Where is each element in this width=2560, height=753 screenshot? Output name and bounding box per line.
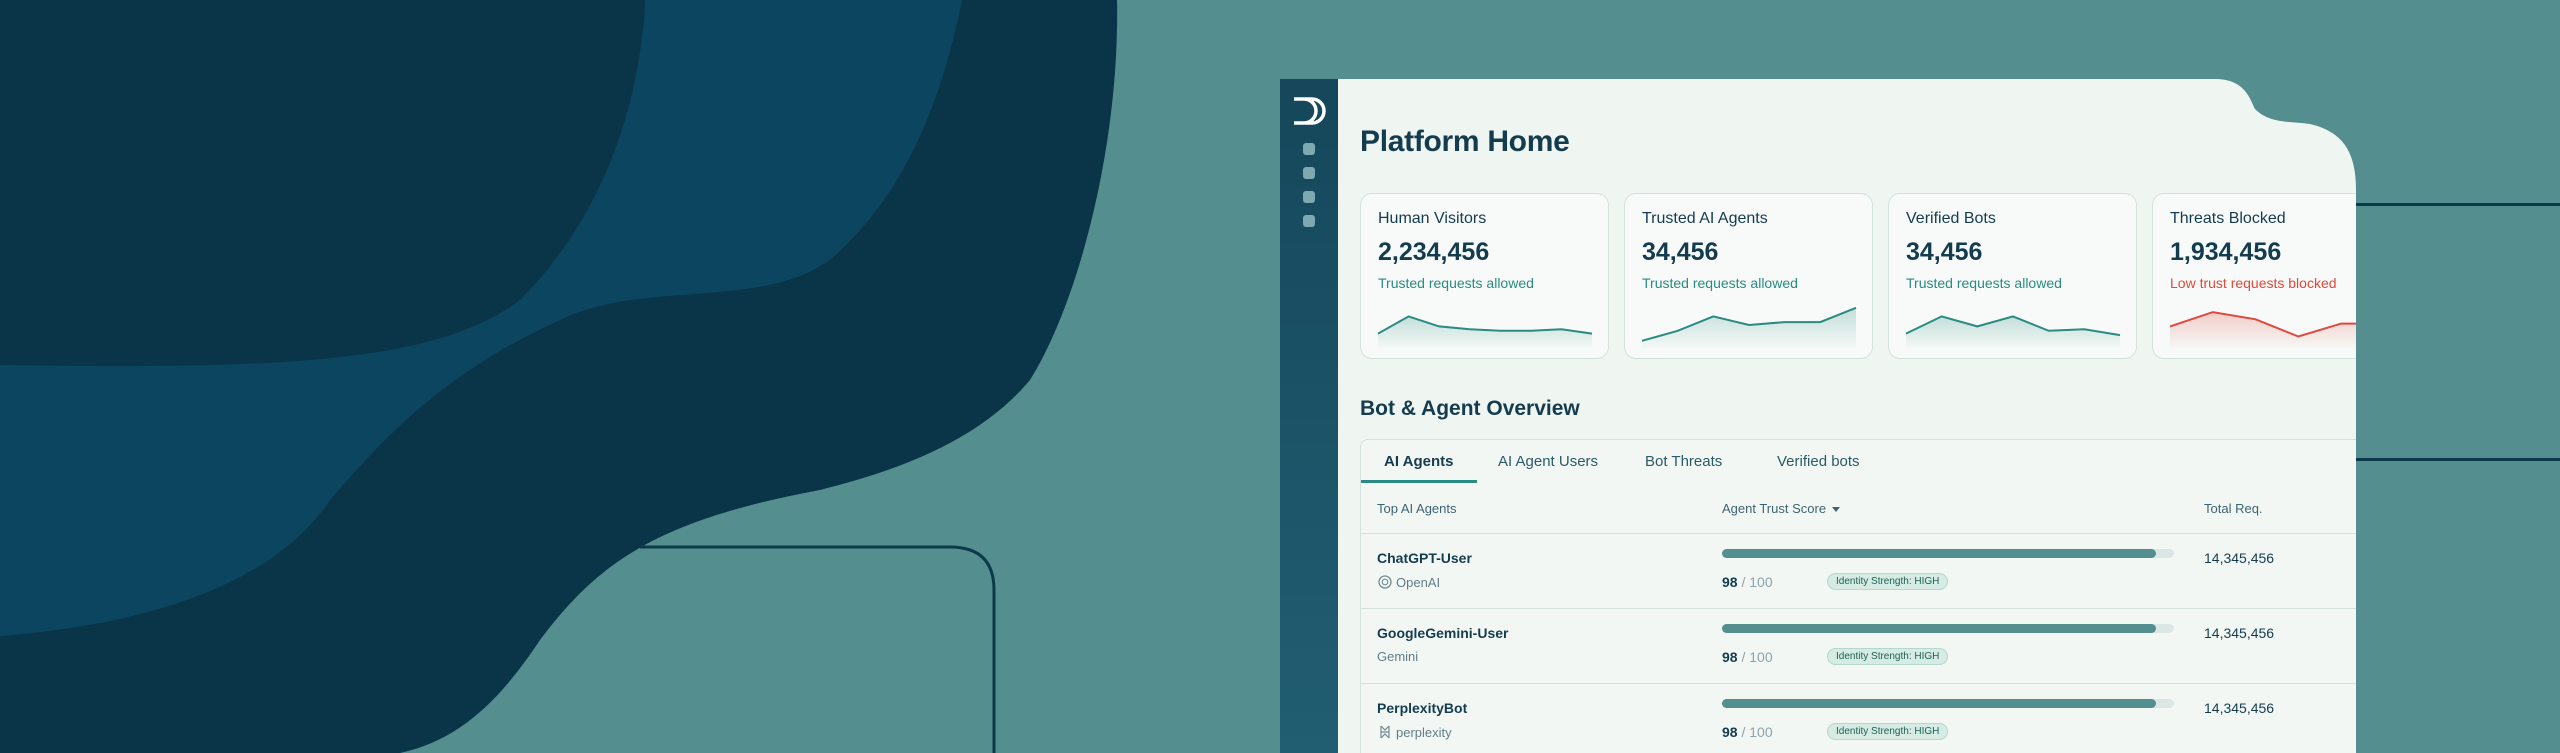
nav-dot-icon[interactable] [1303, 215, 1315, 227]
tab-bar: AI Agents AI Agent Users Bot Threats Ver… [1360, 439, 2356, 485]
sidebar [1280, 79, 1338, 753]
stat-caption: Low trust requests blocked [2170, 275, 2337, 291]
sparkline [1905, 315, 2121, 348]
stat-title: Threats Blocked [2170, 210, 2286, 227]
org-name: perplexity [1396, 724, 1452, 740]
openai-icon [1378, 575, 1392, 589]
score-max: / 100 [1741, 649, 1773, 665]
trust-score-fill [1722, 699, 2156, 708]
trust-score-bar [1722, 549, 2174, 558]
agent-org: OpenAI [1377, 574, 1440, 590]
section-title: Bot & Agent Overview [1360, 397, 1580, 420]
column-header-score[interactable]: Agent Trust Score [1722, 501, 1841, 516]
dd-logo-icon[interactable] [1292, 96, 1326, 126]
agents-table: Top AI Agents Agent Trust Score Total Re… [1360, 483, 2356, 753]
identity-badge: Identity Strength: HIGH [1827, 573, 1949, 590]
sparkline [1377, 315, 1593, 348]
score-max: / 100 [1741, 574, 1773, 590]
sort-caret-icon[interactable] [1832, 507, 1841, 513]
agent-name: GoogleGemini-User [1377, 625, 1509, 641]
tab-bot-threats[interactable]: Bot Threats [1645, 453, 1722, 470]
agent-org: perplexity [1377, 724, 1452, 740]
score-value: 98 [1722, 649, 1738, 665]
stat-card-threats-blocked[interactable]: Threats Blocked 1,934,456 Low trust requ… [2152, 193, 2356, 359]
page-title: Platform Home [1360, 125, 1570, 158]
stat-value: 34,456 [1906, 238, 1983, 266]
tab-ai-agents[interactable]: AI Agents [1384, 453, 1453, 470]
stat-title: Verified Bots [1906, 210, 1996, 227]
trust-score-fill [1722, 624, 2156, 633]
score-value: 98 [1722, 724, 1738, 740]
agent-org: Gemini [1377, 649, 1418, 664]
trust-score: 98 / 100 [1722, 574, 1773, 590]
sparkline-area [1378, 316, 1592, 348]
total-requests: 14,345,456 [2204, 550, 2275, 566]
outline-frame [640, 545, 996, 753]
stat-card-trusted-ai-agents[interactable]: Trusted AI Agents 34,456 Trusted request… [1624, 193, 1873, 359]
total-requests: 14,345,456 [2204, 700, 2275, 716]
nav-dot-icon[interactable] [1303, 143, 1315, 155]
stat-caption: Trusted requests allowed [1642, 275, 1798, 291]
stat-value: 34,456 [1642, 238, 1719, 266]
identity-badge: Identity Strength: HIGH [1827, 723, 1949, 740]
nav-dot-icon[interactable] [1303, 191, 1315, 203]
column-header-score-label: Agent Trust Score [1722, 501, 1827, 516]
table-row[interactable]: PerplexityBot perplexity 98 / 100 Identi… [1361, 683, 2356, 753]
sparkline [1641, 306, 1857, 348]
trust-score-bar [1722, 624, 2174, 633]
stat-caption: Trusted requests allowed [1378, 275, 1534, 291]
column-header-total: Total Req. [2204, 501, 2263, 516]
org-name: Gemini [1377, 649, 1419, 664]
rail-line-top [2356, 203, 2560, 206]
stat-value: 1,934,456 [2170, 238, 2282, 266]
sparkline [2169, 311, 2356, 348]
perplexity-icon [1380, 725, 1390, 739]
trust-score-bar [1722, 699, 2174, 708]
stat-card-human-visitors[interactable]: Human Visitors 2,234,456 Trusted request… [1360, 193, 1609, 359]
sparkline-area [1906, 316, 2120, 348]
tab-ai-agent-users[interactable]: AI Agent Users [1498, 453, 1598, 470]
score-max: / 100 [1741, 724, 1773, 740]
trust-score-fill [1722, 549, 2156, 558]
agent-name: PerplexityBot [1377, 700, 1468, 716]
trust-score: 98 / 100 [1722, 724, 1773, 740]
stat-value: 2,234,456 [1378, 238, 1490, 266]
table-row[interactable]: GoogleGemini-User Gemini 98 / 100 Identi… [1361, 608, 2356, 684]
stat-title: Trusted AI Agents [1642, 210, 1768, 227]
sparkline-area [1642, 307, 1856, 348]
stat-caption: Trusted requests allowed [1906, 275, 2062, 291]
main-content: Platform Home Human Visitors 2,234,456 T… [1338, 79, 2356, 753]
total-requests: 14,345,456 [2204, 625, 2275, 641]
rail-line-bottom [2356, 458, 2560, 461]
app-window: Platform Home Human Visitors 2,234,456 T… [1280, 79, 2356, 753]
agent-name: ChatGPT-User [1377, 550, 1472, 566]
org-name: OpenAI [1396, 574, 1441, 590]
column-header-agent: Top AI Agents [1377, 501, 1457, 516]
identity-badge: Identity Strength: HIGH [1827, 648, 1949, 665]
table-row[interactable]: ChatGPT-User OpenAI 98 / 100 Identity St… [1361, 533, 2356, 609]
stat-title: Human Visitors [1378, 210, 1487, 227]
tab-verified-bots[interactable]: Verified bots [1777, 453, 1860, 470]
stat-card-verified-bots[interactable]: Verified Bots 34,456 Trusted requests al… [1888, 193, 2137, 359]
trust-score: 98 / 100 [1722, 649, 1773, 665]
nav-dot-icon[interactable] [1303, 167, 1315, 179]
score-value: 98 [1722, 574, 1738, 590]
